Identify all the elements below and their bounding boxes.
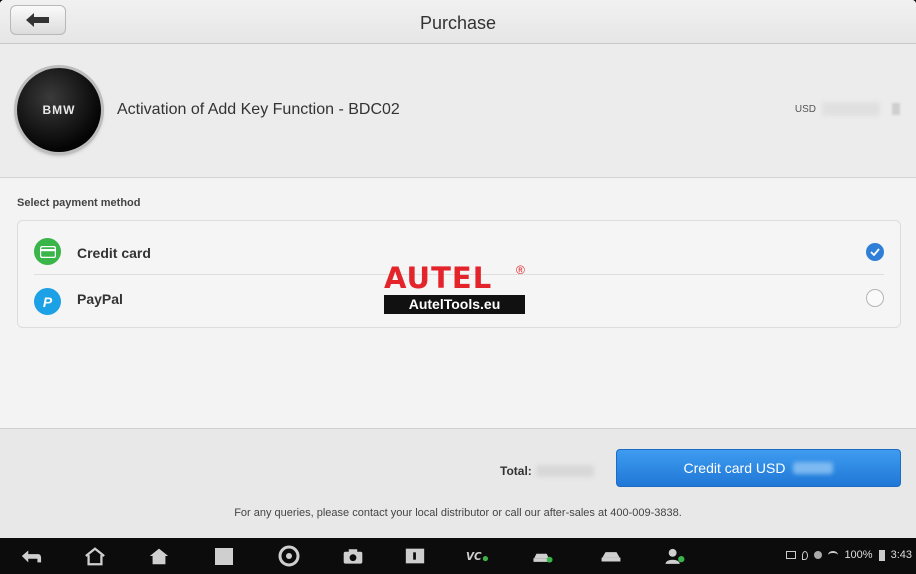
vehicle-diagnosis-icon[interactable] xyxy=(532,546,554,566)
registered-mark: ® xyxy=(516,263,525,277)
paypal-icon: P xyxy=(34,288,61,315)
camera-icon[interactable] xyxy=(342,546,364,566)
svg-text:VC: VC xyxy=(466,551,482,563)
total-label: Total: xyxy=(500,464,532,478)
product-name: Activation of Add Key Function - BDC02 xyxy=(117,101,400,118)
nav-back-icon[interactable] xyxy=(20,546,42,566)
notification-icon xyxy=(814,551,823,559)
watermark-brand: AUTEL xyxy=(384,261,493,295)
logo-text: BMW xyxy=(42,103,76,117)
product-price: USD xyxy=(795,102,900,116)
total-value-blurred xyxy=(536,465,594,477)
price-currency: USD xyxy=(794,103,816,115)
footer-bar: Total: Credit card USD For any queries, … xyxy=(0,428,916,538)
pay-button[interactable]: Credit card USD xyxy=(616,449,901,487)
system-nav-bar: VC 100% 3:43 xyxy=(0,538,916,574)
nav-home-icon[interactable] xyxy=(84,546,106,566)
pay-button-label: Credit card USD xyxy=(683,460,786,476)
battery-icon xyxy=(878,549,885,561)
price-value-blurred xyxy=(822,102,880,116)
battery-level: 100% xyxy=(844,549,873,561)
autel-watermark: AUTEL ® AutelTools.eu xyxy=(384,263,526,314)
screenshot-icon xyxy=(786,551,797,559)
watermark-site: AutelTools.eu xyxy=(384,295,525,314)
header-bar: Purchase xyxy=(0,0,916,44)
radio-checked-icon[interactable] xyxy=(866,243,884,261)
wifi-icon xyxy=(828,551,839,559)
bmw-logo: BMW xyxy=(17,68,101,152)
location-icon xyxy=(802,550,809,560)
radio-unchecked-icon[interactable] xyxy=(866,289,884,307)
car-icon[interactable] xyxy=(600,546,622,566)
credit-card-icon xyxy=(34,238,61,265)
payment-method-label: Select payment method xyxy=(17,197,141,209)
price-info-icon xyxy=(892,103,900,115)
app-home-icon[interactable] xyxy=(148,546,170,566)
browser-icon[interactable] xyxy=(278,545,300,567)
payment-option-label: PayPal xyxy=(77,291,123,307)
payment-option-label: Credit card xyxy=(77,245,151,261)
pay-amount-blurred xyxy=(793,462,834,474)
recent-apps-icon[interactable] xyxy=(213,546,235,566)
contact-note: For any queries, please contact your loc… xyxy=(234,507,682,519)
product-section: BMW Activation of Add Key Function - BDC… xyxy=(0,44,916,178)
display-settings-icon[interactable] xyxy=(404,546,426,566)
user-support-icon[interactable] xyxy=(664,546,686,566)
page-title: Purchase xyxy=(419,13,497,33)
purchase-screen: Purchase BMW Activation of Add Key Funct… xyxy=(0,0,916,538)
vci-icon[interactable]: VC xyxy=(466,546,488,566)
status-area: 100% 3:43 xyxy=(786,549,912,561)
clock: 3:43 xyxy=(890,549,912,561)
